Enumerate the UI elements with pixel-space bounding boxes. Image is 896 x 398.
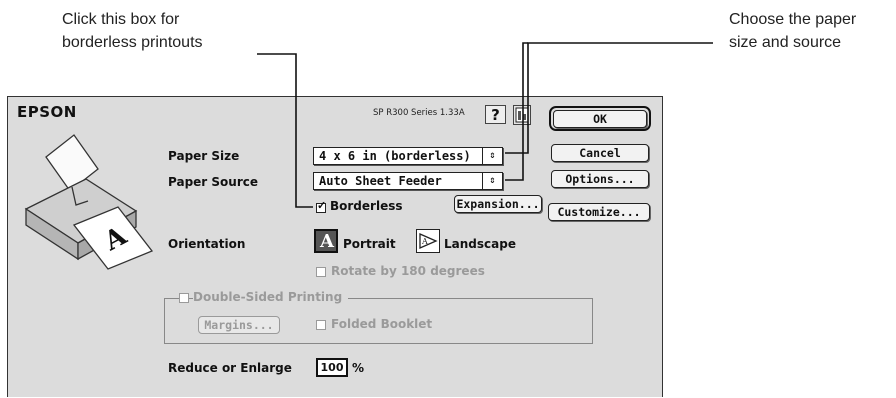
expansion-button[interactable]: Expansion... bbox=[454, 195, 542, 213]
landscape-icon[interactable]: A bbox=[416, 229, 440, 253]
popup-arrows-icon: ⇕ bbox=[482, 148, 502, 164]
print-dialog: EPSON SP R300 Series 1.33A ? A Paper Siz… bbox=[7, 96, 663, 397]
portrait-glyph: A bbox=[320, 231, 334, 252]
driver-version: SP R300 Series 1.33A bbox=[373, 108, 465, 118]
epson-logo: EPSON bbox=[17, 103, 77, 121]
portrait-label[interactable]: Portrait bbox=[343, 237, 396, 251]
checkmark-icon: ✓ bbox=[317, 200, 327, 212]
rotate-checkbox[interactable] bbox=[316, 267, 326, 277]
double-sided-label[interactable]: Double-Sided Printing bbox=[193, 290, 349, 304]
percent-sign: % bbox=[352, 361, 365, 375]
callout-borderless-line1: Click this box for bbox=[62, 11, 180, 28]
ok-button-frame: OK bbox=[549, 106, 651, 131]
borderless-label[interactable]: Borderless bbox=[330, 199, 403, 213]
printer-illustration: A bbox=[24, 134, 154, 270]
callout-paper: Choose the paper size and source bbox=[729, 8, 856, 54]
callout-borderless-line2: borderless printouts bbox=[62, 34, 203, 51]
borderless-checkbox[interactable]: ✓ bbox=[316, 200, 327, 213]
paper-source-value: Auto Sheet Feeder bbox=[319, 174, 442, 188]
reduce-enlarge-label: Reduce or Enlarge bbox=[168, 361, 292, 375]
orientation-label: Orientation bbox=[168, 237, 246, 251]
double-sided-checkbox[interactable] bbox=[179, 293, 189, 303]
help-button[interactable]: ? bbox=[485, 105, 506, 124]
customize-button[interactable]: Customize... bbox=[548, 203, 650, 221]
paper-source-popup[interactable]: Auto Sheet Feeder ⇕ bbox=[313, 172, 503, 190]
margins-button[interactable]: Margins... bbox=[198, 316, 280, 334]
paper-size-value: 4 x 6 in (borderless) bbox=[319, 149, 471, 163]
folded-booklet-checkbox[interactable] bbox=[316, 320, 326, 330]
paper-size-label: Paper Size bbox=[168, 149, 240, 163]
ink-level-icon[interactable] bbox=[513, 105, 531, 125]
callout-paper-line2: size and source bbox=[729, 34, 842, 51]
rotate-label[interactable]: Rotate by 180 degrees bbox=[331, 264, 485, 278]
landscape-label[interactable]: Landscape bbox=[444, 237, 516, 251]
callout-borderless: Click this box for borderless printouts bbox=[62, 8, 203, 54]
folded-booklet-label[interactable]: Folded Booklet bbox=[331, 317, 432, 331]
svg-text:A: A bbox=[421, 237, 428, 246]
options-button[interactable]: Options... bbox=[551, 170, 649, 188]
ok-button[interactable]: OK bbox=[553, 110, 647, 128]
paper-size-popup[interactable]: 4 x 6 in (borderless) ⇕ bbox=[313, 147, 503, 165]
callout-paper-line1: Choose the paper bbox=[729, 11, 857, 28]
popup-arrows-icon: ⇕ bbox=[482, 173, 502, 189]
paper-source-label: Paper Source bbox=[168, 175, 258, 189]
cancel-button[interactable]: Cancel bbox=[551, 144, 649, 162]
scale-input[interactable]: 100 bbox=[316, 358, 348, 377]
portrait-icon[interactable]: A bbox=[314, 229, 338, 253]
